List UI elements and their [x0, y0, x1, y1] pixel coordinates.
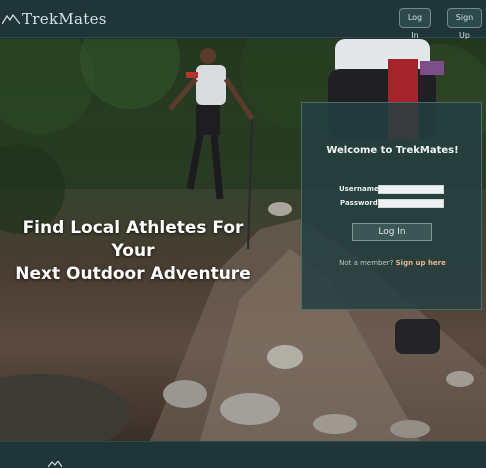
login-panel: Welcome to TrekMates! Username: Password… — [301, 102, 482, 310]
password-label: Password: — [340, 199, 381, 207]
header-login-button[interactable]: Log In — [399, 8, 431, 40]
brand-logo[interactable]: TrekMates — [2, 8, 107, 30]
hero-headline: Find Local Athletes For Your Next Outdoo… — [0, 217, 266, 286]
footer-bar — [0, 441, 486, 468]
username-input[interactable] — [378, 185, 444, 194]
signup-link[interactable]: Sign up here — [396, 259, 446, 267]
login-button[interactable]: Log In — [352, 223, 432, 241]
header-signup-button[interactable]: Sign Up — [447, 8, 482, 40]
logo-text: TrekMates — [22, 10, 107, 28]
mountain-icon — [48, 461, 62, 467]
hero-headline-line2: Next Outdoor Adventure — [15, 264, 251, 284]
member-prompt-line: Not a member? Sign up here — [302, 259, 483, 267]
login-panel-title: Welcome to TrekMates! — [326, 145, 459, 156]
member-prompt-text: Not a member? — [339, 259, 394, 267]
hero-headline-line1: Find Local Athletes For Your — [22, 218, 244, 261]
password-input[interactable] — [378, 199, 444, 208]
mountain-icon — [2, 13, 20, 25]
username-label: Username: — [339, 185, 382, 193]
top-navbar: TrekMates Log In Sign Up — [0, 0, 486, 40]
